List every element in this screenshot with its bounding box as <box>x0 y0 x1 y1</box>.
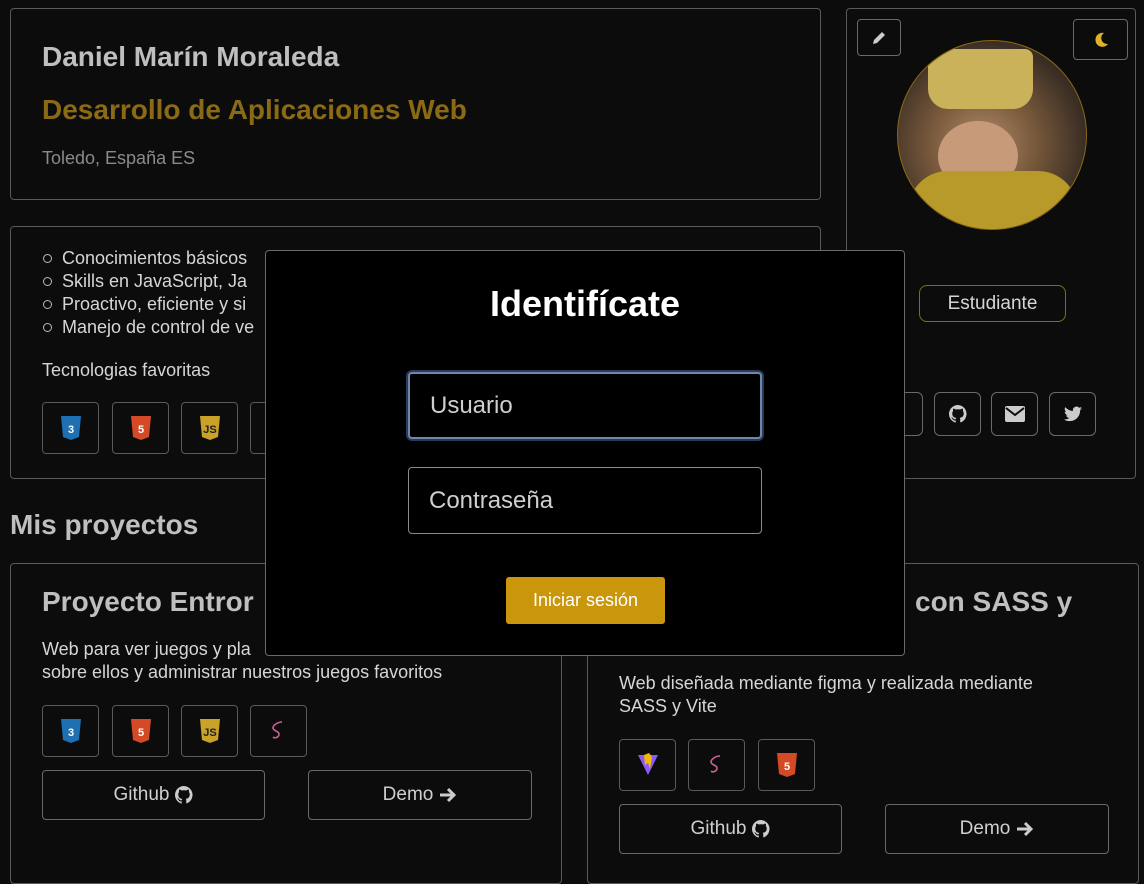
github-icon <box>752 820 770 838</box>
demo-button[interactable]: Demo <box>885 804 1109 854</box>
project-description: sobre ellos y administrar nuestros juego… <box>42 662 443 682</box>
demo-button-label: Demo <box>382 784 434 805</box>
pencil-icon <box>873 31 885 44</box>
list-item: Conocimientos básicos <box>42 247 254 270</box>
favorites-label: Tecnologias favoritas <box>42 360 211 380</box>
github-icon <box>948 405 966 423</box>
status-badge: Estudiante <box>919 285 1066 322</box>
html5-icon: 5 <box>758 739 815 791</box>
twitter-link[interactable] <box>1049 392 1096 436</box>
envelope-icon <box>1004 406 1025 422</box>
avatar <box>897 40 1087 230</box>
github-button[interactable]: Github <box>42 770 265 820</box>
github-button-label: Github <box>113 784 170 805</box>
svg-text:JS: JS <box>203 727 216 739</box>
svg-text:3: 3 <box>67 727 73 739</box>
css3-icon: 3 <box>42 705 99 757</box>
js-icon: JS <box>181 705 238 757</box>
github-icon <box>175 786 193 804</box>
list-item: Proactivo, eficiente y si <box>42 293 254 316</box>
svg-text:JS: JS <box>203 424 216 436</box>
project-title: con SASS y <box>915 586 1073 617</box>
login-title: Identifícate <box>489 283 681 324</box>
svg-text:3: 3 <box>67 424 73 436</box>
sass-icon <box>250 705 307 757</box>
svg-text:5: 5 <box>783 761 789 773</box>
html5-icon: 5 <box>112 402 169 454</box>
sass-icon <box>688 739 745 791</box>
arrow-right-icon <box>1017 821 1034 837</box>
profile-header-card: Daniel Marín Moraleda Desarrollo de Apli… <box>10 8 821 200</box>
username-input[interactable] <box>408 372 762 439</box>
demo-button[interactable]: Demo <box>308 770 532 820</box>
login-button-label: Iniciar sesión <box>532 590 639 610</box>
js-icon: JS <box>181 402 238 454</box>
skills-list: Conocimientos básicos Skills en JavaScri… <box>42 247 254 339</box>
project-description: Web para ver juegos y pla <box>42 639 251 659</box>
list-item: Manejo de control de ve <box>42 316 254 339</box>
project-description: Web diseñada mediante figma y realizada … <box>619 673 1033 693</box>
edit-button[interactable] <box>857 19 901 56</box>
demo-button-label: Demo <box>959 818 1011 839</box>
profile-name: Daniel Marín Moraleda <box>42 41 340 72</box>
profile-location: Toledo, España ES <box>42 148 196 168</box>
github-button-label: Github <box>690 818 747 839</box>
password-input[interactable] <box>408 467 762 534</box>
profile-role: Desarrollo de Aplicaciones Web <box>42 94 467 125</box>
projects-section-title: Mis proyectos <box>10 509 199 540</box>
html5-icon: 5 <box>112 705 169 757</box>
theme-toggle-button[interactable] <box>1073 19 1128 60</box>
svg-text:5: 5 <box>137 727 143 739</box>
list-item: Skills en JavaScript, Ja <box>42 270 254 293</box>
github-button[interactable]: Github <box>619 804 842 854</box>
login-button[interactable]: Iniciar sesión <box>506 577 665 624</box>
vite-icon <box>619 739 676 791</box>
login-modal: Identifícate Iniciar sesión <box>265 250 905 656</box>
moon-icon <box>1094 32 1108 47</box>
css3-icon: 3 <box>42 402 99 454</box>
svg-text:5: 5 <box>137 424 143 436</box>
arrow-right-icon <box>440 787 457 803</box>
twitter-icon <box>1063 406 1082 422</box>
github-link[interactable] <box>934 392 981 436</box>
project-title: Proyecto Entror <box>42 586 254 617</box>
project-description: SASS y Vite <box>619 696 717 716</box>
email-link[interactable] <box>991 392 1038 436</box>
